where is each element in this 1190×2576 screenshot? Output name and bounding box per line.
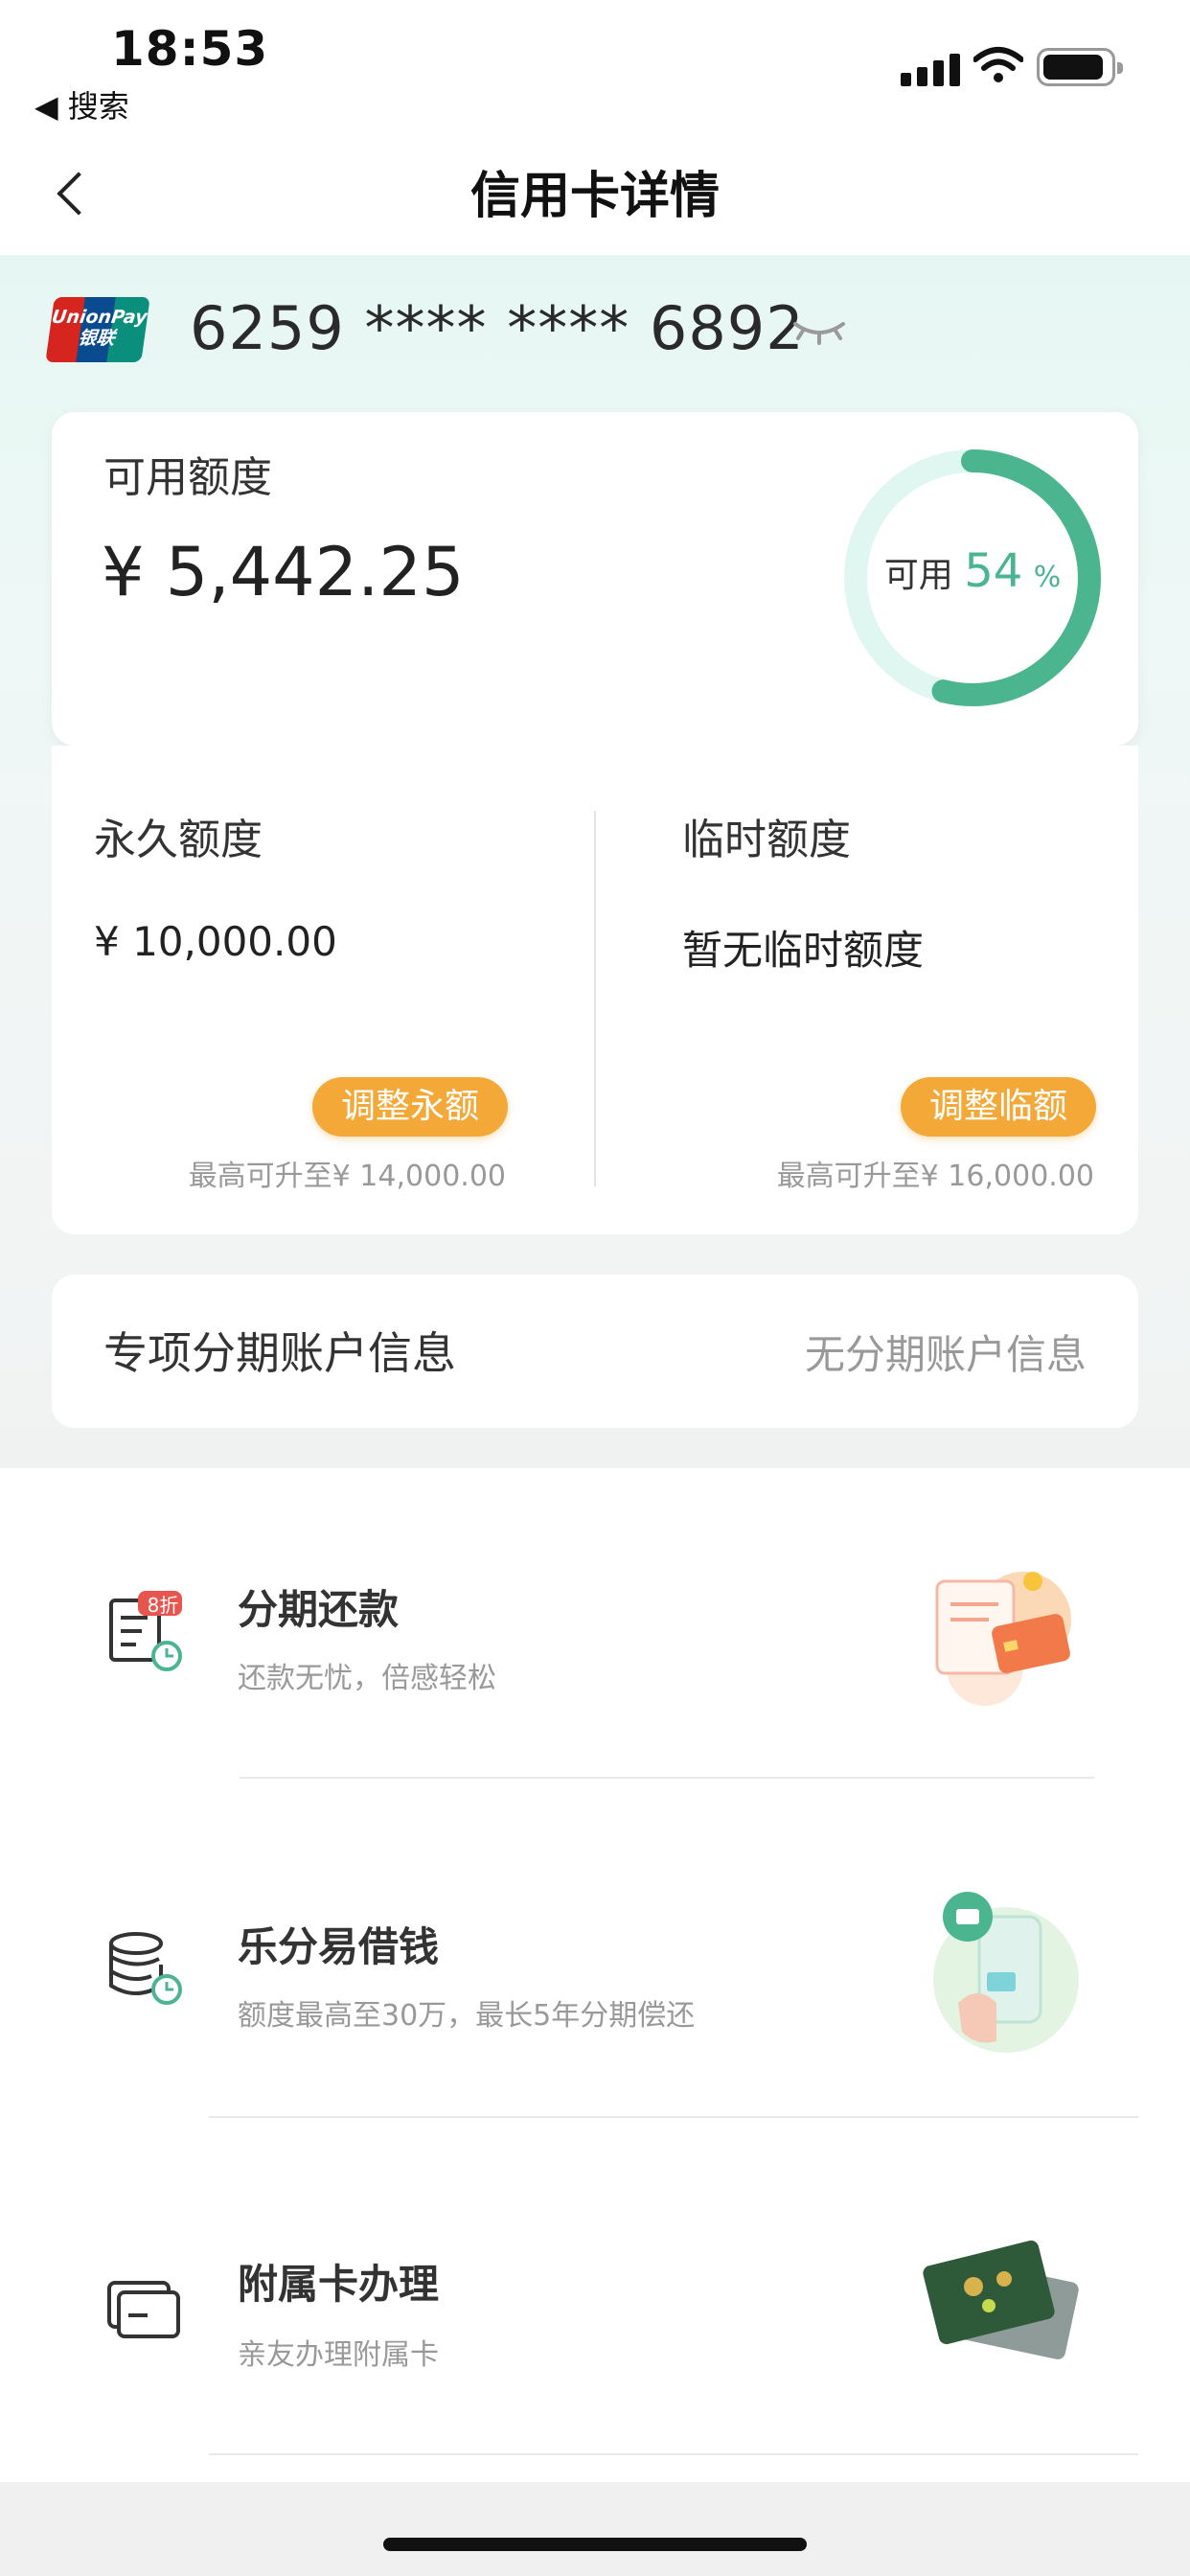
adjust-temporary-button[interactable]: 调整临额 [901,1077,1097,1137]
receipt-card-illustration [935,1572,1071,1706]
service-divider [209,2116,1138,2118]
ring-unit: % [1033,561,1062,594]
installment-account-value: 无分期账户信息 [804,1331,1087,1378]
unionpay-logo-text: UnionPay 银联 [50,307,149,349]
eye-closed-icon[interactable] [791,316,847,345]
ring-percent: 54 [964,544,1023,598]
available-credit-amount: ¥ 5,442.25 [102,533,465,611]
battery-icon [1037,48,1123,86]
status-time: 18:53 [111,21,269,77]
unionpay-logo: UnionPay 银联 [45,297,150,362]
cards-icon [107,2281,180,2338]
available-credit-label: 可用额度 [103,453,272,502]
limits-divider [594,811,596,1186]
permanent-limit-value: ¥ 10,000.00 [94,918,337,965]
card-number: 6259 **** **** 6892 [190,293,805,363]
phone-payment-illustration [933,1892,1079,2053]
permanent-limit-hint: 最高可升至¥ 14,000.00 [188,1160,506,1193]
service-title: 附属卡办理 [238,2261,440,2308]
permanent-limit-label: 永久额度 [94,816,263,864]
supplementary-card-illustration [923,2240,1079,2359]
temporary-limit-label: 临时额度 [682,816,851,864]
wifi-icon [973,47,1023,82]
service-title: 分期还款 [238,1586,400,1633]
discount-badge: 8折 [147,1594,179,1617]
service-title: 乐分易借钱 [238,1923,440,1970]
back-to-search-link[interactable]: ◀ 搜索 [34,82,129,126]
bottom-bar [0,2482,1190,2576]
installment-account-label: 专项分期账户信息 [103,1327,456,1379]
service-divider [240,1777,1094,1779]
temporary-limit-hint: 最高可升至¥ 16,000.00 [776,1160,1094,1193]
ring-label: 可用 54 % [843,544,1102,598]
coins-clock-icon [109,1932,182,2005]
service-divider [209,2453,1138,2455]
service-subtitle: 亲友办理附属卡 [238,2338,439,2372]
ring-prefix: 可用 [883,556,953,595]
temporary-limit-value: 暂无临时额度 [682,927,925,974]
home-indicator[interactable] [383,2538,807,2551]
adjust-permanent-button[interactable]: 调整永额 [312,1077,509,1137]
signal-icon [901,54,960,86]
service-subtitle: 额度最高至30万，最长5年分期偿还 [238,1999,696,2033]
service-subtitle: 还款无忧，倍感轻松 [238,1662,496,1695]
page-title: 信用卡详情 [469,168,720,225]
